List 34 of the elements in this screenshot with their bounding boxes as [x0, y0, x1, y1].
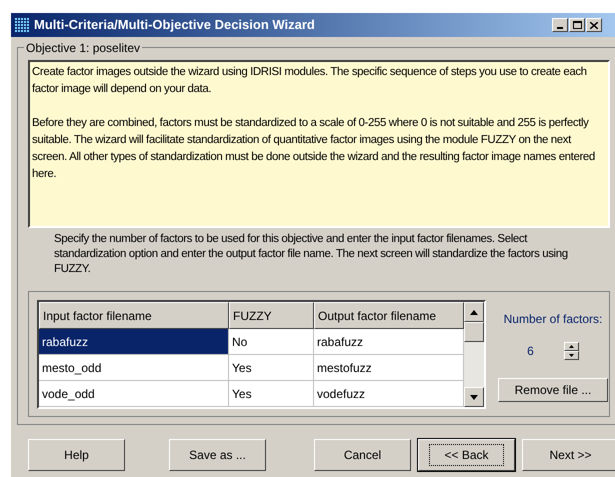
- column-header[interactable]: Input factor filename: [39, 302, 229, 329]
- table-cell[interactable]: vode_odd: [39, 381, 229, 407]
- table-cell[interactable]: mesto_odd: [39, 355, 229, 381]
- dialog-button[interactable]: Cancel: [314, 439, 411, 471]
- scroll-thumb[interactable]: [464, 322, 484, 342]
- close-icon: [590, 22, 598, 28]
- table-cell[interactable]: mestofuzz: [314, 355, 464, 381]
- column-header[interactable]: Output factor filename: [314, 302, 464, 329]
- spinner[interactable]: [564, 342, 579, 360]
- up-arrow-icon: [470, 310, 478, 314]
- table-cell[interactable]: Yes: [229, 381, 314, 407]
- table-cell[interactable]: Yes: [229, 355, 314, 381]
- minimize-button[interactable]: [552, 18, 568, 32]
- dialog-button[interactable]: << Back: [418, 439, 515, 471]
- factors-label: Number of factors:: [504, 311, 602, 328]
- dialog-button[interactable]: Next >>: [522, 439, 615, 471]
- table-cell[interactable]: rabafuzz: [39, 329, 229, 355]
- window-title: Multi-Criteria/Multi-Objective Decision Wizard: [34, 16, 316, 34]
- table-cell[interactable]: No: [229, 329, 314, 355]
- info-paragraph: Create factor images outside the wizard using IDRISI modules. The specific sequence of steps you use to create each factor image will depend on your data.: [32, 65, 588, 97]
- table-cell[interactable]: vodefuzz: [314, 381, 464, 407]
- instructions-text: Specify the number of factors to be used for this objective and enter the input factor filenames. Select standardization option and enter the output factor file name. The next screen will standardize the factors using FUZZY.: [54, 232, 569, 277]
- close-button[interactable]: [586, 18, 602, 32]
- dialog-button[interactable]: Help: [28, 439, 125, 471]
- factors-value: 6: [527, 343, 534, 360]
- grid-icon: [14, 17, 30, 33]
- table-cell[interactable]: rabafuzz: [314, 329, 464, 355]
- down-arrow-icon: [470, 394, 478, 400]
- scrollbar[interactable]: [464, 302, 484, 407]
- remove-file-button[interactable]: Remove file ...: [498, 378, 608, 402]
- dialog-button[interactable]: Save as ...: [169, 439, 266, 471]
- maximize-button[interactable]: [569, 18, 585, 32]
- column-header[interactable]: FUZZY: [229, 302, 314, 329]
- info-paragraph: Before they are combined, factors must be standardized to a scale of 0-255 where 0 is not suitable and 255 is perfectly suitable. The wizard will facilitate standardization of quantitative factor images using the module FUZZY on the next screen. All other types of standardization must be done outside the wizard and the resulting factor image names entered here.: [32, 116, 596, 182]
